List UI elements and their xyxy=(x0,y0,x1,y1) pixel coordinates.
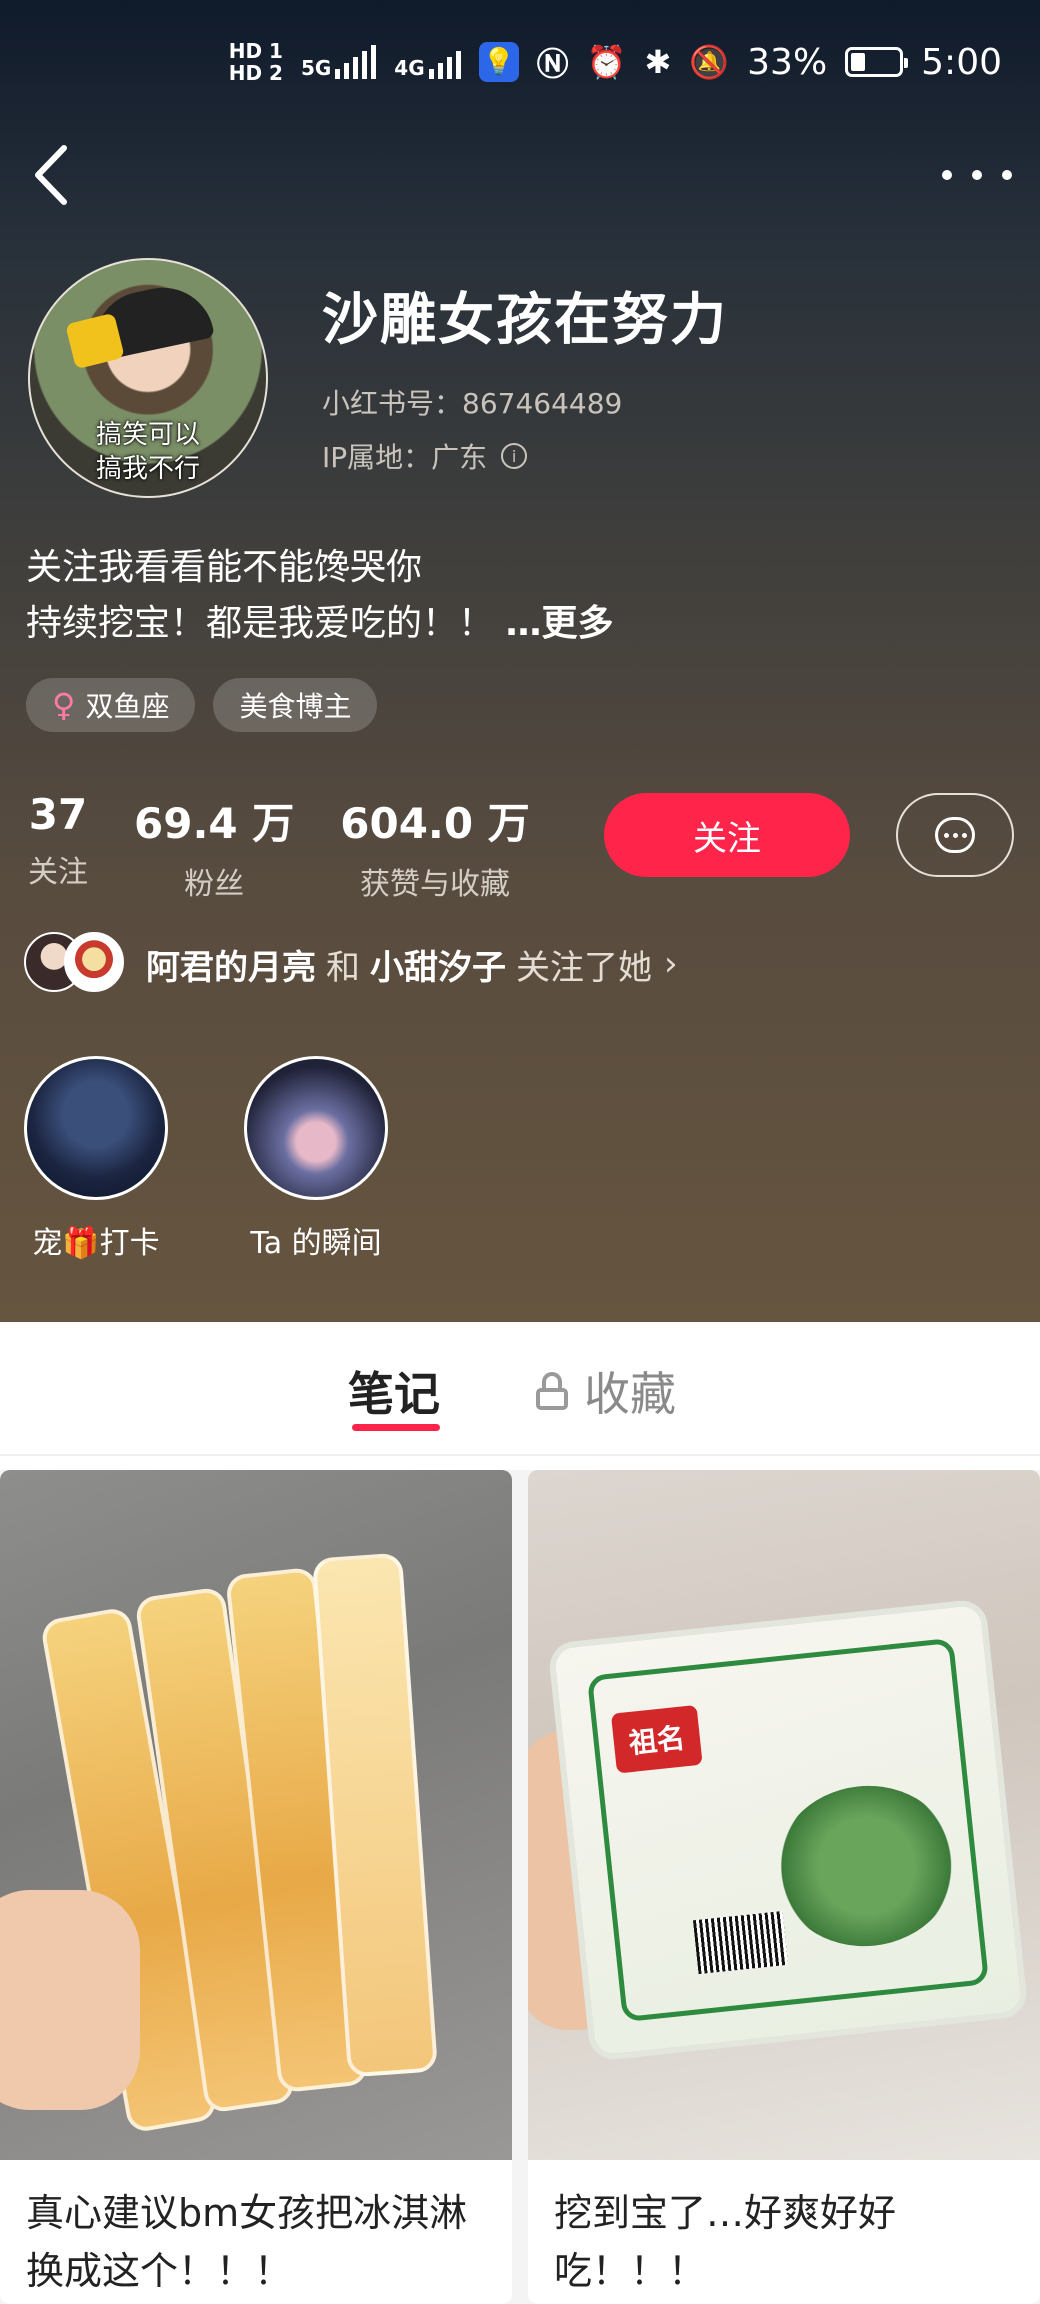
tab-notes[interactable]: 笔记 xyxy=(348,1358,440,1424)
battery-percent: 33% xyxy=(747,41,828,83)
avatar xyxy=(64,932,124,992)
ip-location-text: IP属地：广东 xyxy=(322,441,488,474)
stat-likes-label: 获赞与收藏 xyxy=(359,867,510,902)
product-brand-logo: 祖名 xyxy=(610,1704,703,1774)
nfc-icon: Ⓝ xyxy=(536,45,569,83)
tag-list: ♀ 双鱼座 美食博主 xyxy=(26,678,378,732)
note-card[interactable]: 祖名 挖到宝了…好爽好好吃！！！ xyxy=(528,1470,1040,2304)
stat-followers[interactable]: 69.4 万 粉丝 xyxy=(134,790,294,903)
nickname: 沙雕女孩在努力 xyxy=(322,288,728,353)
mutual-followers[interactable]: 阿君的月亮 和 小甜汐子 关注了她 › xyxy=(24,932,678,996)
stat-followers-label: 粉丝 xyxy=(184,867,245,902)
content-tabs: 笔记 收藏 xyxy=(0,1322,1040,1456)
stat-likes[interactable]: 604.0 万 获赞与收藏 xyxy=(340,790,529,903)
stats-row: 37 关注 69.4 万 粉丝 604.0 万 获赞与收藏 xyxy=(28,790,530,903)
avatar-cap-badge xyxy=(65,312,125,370)
mutual-suffix: 关注了她 xyxy=(516,947,652,988)
highlight-label: 宠🎁打卡 xyxy=(32,1226,160,1261)
tag-category[interactable]: 美食博主 xyxy=(213,678,378,732)
back-icon[interactable] xyxy=(26,140,76,210)
alarm-icon: ⏰ xyxy=(586,43,627,81)
signal-5g-icon: 5G xyxy=(300,45,377,80)
tag-zodiac-label: 双鱼座 xyxy=(85,690,170,723)
note-cover-image xyxy=(0,1470,512,2160)
tag-zodiac[interactable]: ♀ 双鱼座 xyxy=(26,678,196,732)
chat-icon xyxy=(935,817,975,853)
highlight-cover xyxy=(244,1056,388,1200)
tag-category-label: 美食博主 xyxy=(239,690,352,723)
stat-following-num: 37 xyxy=(28,790,88,839)
notes-feed: 真心建议bm女孩把冰淇淋换成这个！！！ 祖名 挖到宝了…好爽好好吃！！！ xyxy=(0,1470,1040,2304)
avatar[interactable]: 搞笑可以 搞我不行 xyxy=(28,258,268,498)
bio-line1: 关注我看看能不能馋哭你 xyxy=(26,547,423,588)
tab-active-indicator xyxy=(352,1424,440,1431)
stat-followers-num: 69.4 万 xyxy=(134,799,295,848)
status-bar: HD 1 HD 2 5G 4G 💡 Ⓝ ⏰ ✱ 🔕 33% 5:00 xyxy=(229,26,1002,98)
bluetooth-icon: ✱ xyxy=(644,43,672,81)
lightbulb-icon: 💡 xyxy=(478,42,519,82)
mutual-user1: 阿君的月亮 xyxy=(146,947,316,988)
mute-icon: 🔕 xyxy=(689,43,730,81)
avatar-caption-line1: 搞笑可以 xyxy=(95,420,200,450)
profile-header: HD 1 HD 2 5G 4G 💡 Ⓝ ⏰ ✱ 🔕 33% 5:00 搞笑可以 … xyxy=(0,0,1040,1322)
bio[interactable]: 关注我看看能不能馋哭你 持续挖宝！都是我爱吃的！！ …更多 xyxy=(26,540,613,652)
mutual-and: 和 xyxy=(326,947,360,988)
mutual-user2: 小甜汐子 xyxy=(370,947,506,988)
info-icon[interactable]: i xyxy=(501,443,528,469)
bio-more-link[interactable]: …更多 xyxy=(505,603,613,644)
highlight-moments[interactable]: Ta 的瞬间 xyxy=(244,1056,388,1262)
bio-line2: 持续挖宝！都是我爱吃的！！ xyxy=(26,603,495,644)
avatar-caption-line2: 搞我不行 xyxy=(95,454,200,484)
chevron-right-icon: › xyxy=(664,944,678,984)
stat-following[interactable]: 37 关注 xyxy=(28,790,88,903)
follow-button[interactable]: 关注 xyxy=(604,793,850,877)
battery-icon xyxy=(845,47,909,77)
hd2-label: HD 2 xyxy=(228,61,283,85)
more-options-icon[interactable] xyxy=(942,150,1012,200)
signal-4g-icon: 4G xyxy=(394,45,461,80)
lock-icon xyxy=(536,1372,568,1410)
ip-location: IP属地：广东 i xyxy=(322,436,528,476)
tab-collections-label: 收藏 xyxy=(584,1367,676,1421)
female-icon: ♀ xyxy=(52,686,76,724)
mutual-avatars xyxy=(24,932,124,996)
highlight-pet-checkin[interactable]: 宠🎁打卡 xyxy=(24,1056,168,1262)
note-title: 真心建议bm女孩把冰淇淋换成这个！！！ xyxy=(26,2191,468,2293)
message-button[interactable] xyxy=(896,793,1014,877)
avatar-caption: 搞笑可以 搞我不行 xyxy=(30,418,266,486)
hd-indicator: HD 1 HD 2 xyxy=(229,40,283,84)
hd1-label: HD 1 xyxy=(228,39,283,63)
stat-following-label: 关注 xyxy=(28,855,88,890)
stat-likes-num: 604.0 万 xyxy=(340,799,530,848)
highlight-cover xyxy=(24,1056,168,1200)
note-title: 挖到宝了…好爽好好吃！！！ xyxy=(554,2191,897,2293)
tab-collections[interactable]: 收藏 xyxy=(536,1358,676,1424)
note-card[interactable]: 真心建议bm女孩把冰淇淋换成这个！！！ xyxy=(0,1470,512,2304)
note-cover-image: 祖名 xyxy=(528,1470,1040,2160)
redbook-id[interactable]: 小红书号：867464489 xyxy=(322,382,622,422)
net2-label: 4G xyxy=(394,56,425,80)
highlight-label: Ta 的瞬间 xyxy=(250,1226,382,1261)
net1-label: 5G xyxy=(300,56,332,80)
bio-line2-row: 持续挖宝！都是我爱吃的！！ …更多 xyxy=(26,596,613,652)
clock: 5:00 xyxy=(921,41,1002,83)
